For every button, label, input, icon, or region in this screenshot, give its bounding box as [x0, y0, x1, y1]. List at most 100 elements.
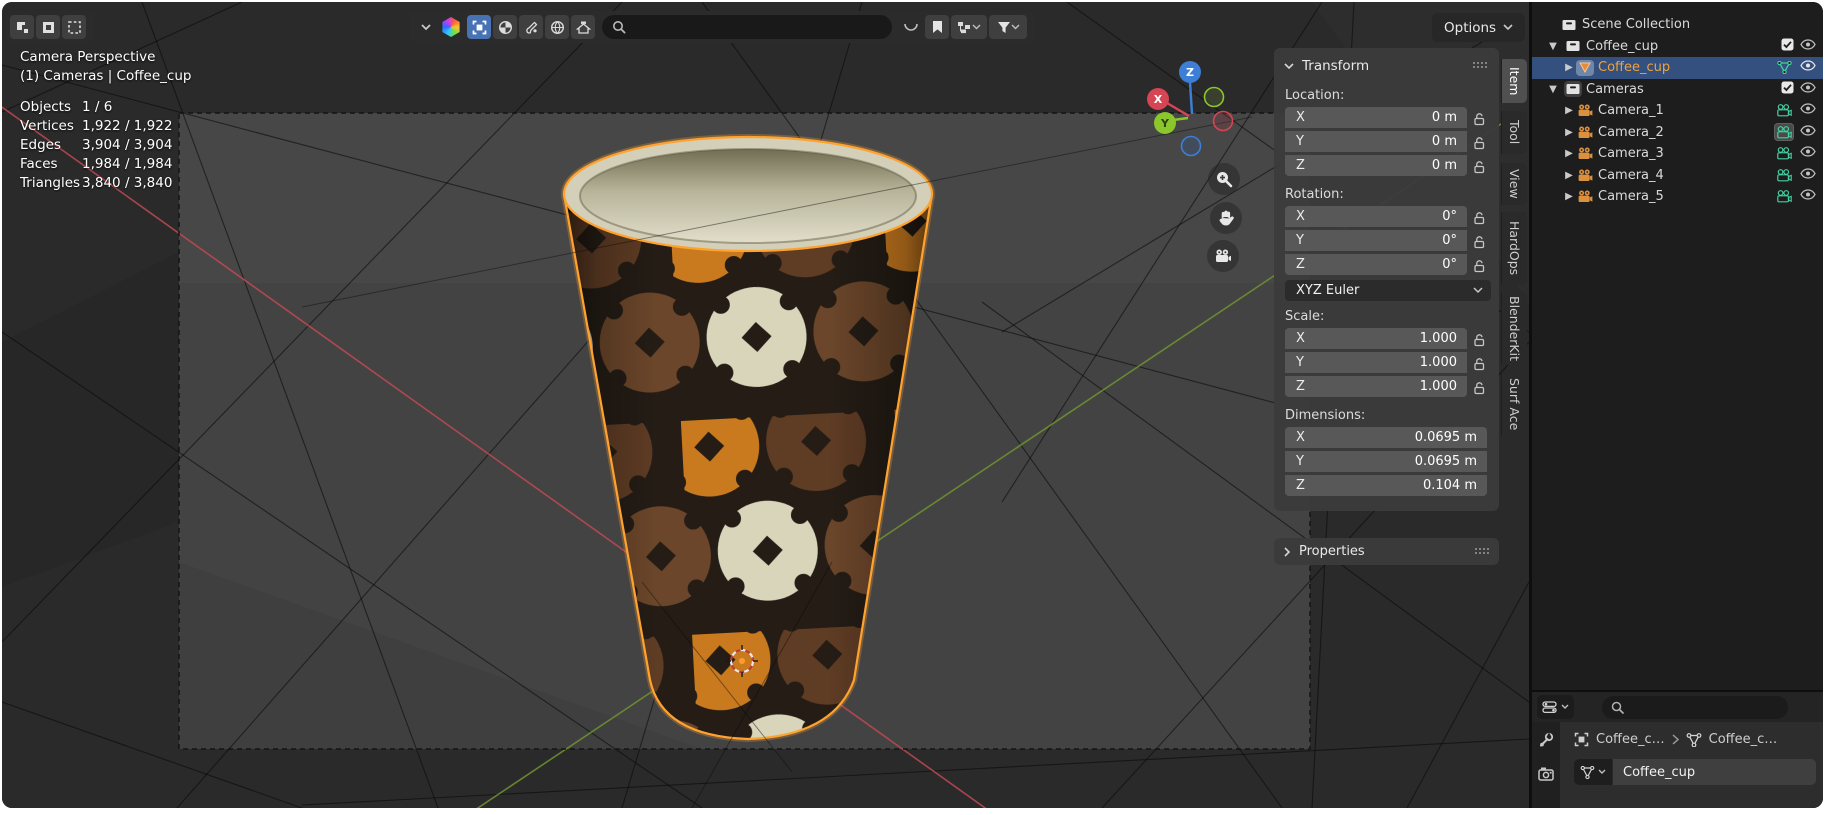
scale-z-field[interactable]: Z 1.000	[1285, 376, 1467, 397]
visibility-eye-icon[interactable]	[1800, 39, 1816, 54]
bookmarks-button[interactable]	[925, 15, 949, 39]
editor-type-selector[interactable]	[1537, 695, 1574, 719]
mesh-data-icon[interactable]	[1774, 59, 1794, 77]
marquee-select-button[interactable]	[62, 15, 86, 39]
box-select-button[interactable]	[36, 15, 60, 39]
tab-hardops[interactable]: HardOps	[1501, 212, 1527, 285]
gizmo-axis-y[interactable]: Y	[1154, 112, 1176, 134]
gizmo-axis-neg-y[interactable]	[1203, 86, 1225, 108]
expand-arrow[interactable]: ▶	[1562, 191, 1576, 202]
zoom-button[interactable]	[1208, 163, 1240, 195]
outliner-row-camera-4[interactable]: ▶ Camera_4	[1532, 165, 1823, 187]
gizmo-axis-z[interactable]: Z	[1179, 61, 1201, 83]
expand-arrow[interactable]: ▶	[1562, 148, 1576, 159]
camera-data-icon-active[interactable]	[1774, 123, 1794, 142]
collection-checkbox[interactable]	[1781, 38, 1794, 55]
panel-drag-grip[interactable]	[1475, 547, 1491, 556]
header-collapse-chevron-icon[interactable]	[420, 23, 432, 31]
lock-icon[interactable]	[1467, 357, 1491, 371]
lock-icon[interactable]	[1467, 112, 1491, 126]
collection-checkbox[interactable]	[1781, 81, 1794, 98]
asset-filter-model-button[interactable]	[467, 15, 491, 39]
datablock-type-button[interactable]	[1574, 759, 1612, 785]
outliner-row-camera-3[interactable]: ▶ Camera_3	[1532, 143, 1823, 165]
location-x-field[interactable]: X0 m	[1285, 107, 1467, 128]
camera-view-button[interactable]	[1207, 240, 1239, 272]
outliner-row-camera-2[interactable]: ▶ Camera_2	[1532, 122, 1823, 144]
gizmo-axis-neg-z[interactable]	[1180, 135, 1202, 157]
rotation-z-field[interactable]: Z 0°	[1285, 254, 1467, 275]
outliner-row-scene-collection[interactable]: Scene Collection	[1532, 14, 1823, 36]
expand-arrow[interactable]: ▶	[1562, 62, 1576, 73]
gizmo-axis-neg-x[interactable]	[1212, 110, 1234, 132]
lock-icon[interactable]	[1467, 381, 1491, 395]
dimensions-x-field[interactable]: X 0.0695 m	[1285, 427, 1487, 448]
expand-arrow[interactable]: ▶	[1562, 170, 1576, 181]
lock-icon[interactable]	[1467, 160, 1491, 174]
datablock-name-field[interactable]: Coffee_cup	[1612, 759, 1816, 785]
lock-icon[interactable]	[1467, 136, 1491, 150]
lock-icon[interactable]	[1467, 259, 1491, 273]
camera-data-icon[interactable]	[1774, 166, 1794, 184]
pan-button[interactable]	[1210, 202, 1242, 234]
rotation-mode-dropdown[interactable]: XYZ Euler	[1285, 280, 1491, 301]
categories-button[interactable]	[951, 15, 987, 39]
asset-search-input[interactable]	[602, 15, 892, 39]
blenderkit-logo-icon[interactable]	[442, 17, 460, 37]
render-tab-icon[interactable]	[1538, 766, 1554, 785]
properties-subpanel-header[interactable]: Properties	[1274, 538, 1499, 565]
expand-arrow[interactable]: ▼	[1546, 41, 1560, 52]
asset-filter-hdr-button[interactable]	[545, 15, 569, 39]
scale-x-field[interactable]: X 1.000	[1285, 328, 1467, 349]
camera-data-icon[interactable]	[1774, 145, 1794, 163]
outliner-row-coffee-cup-collection[interactable]: ▼ Coffee_cup	[1532, 36, 1823, 58]
asset-filter-material-button[interactable]	[493, 15, 517, 39]
dimensions-z-field[interactable]: Z 0.104 m	[1285, 475, 1487, 496]
tab-view[interactable]: View	[1501, 163, 1527, 205]
outliner-row-camera-1[interactable]: ▶ Camera_1	[1532, 100, 1823, 122]
location-y-field[interactable]: Y0 m	[1285, 131, 1467, 152]
visibility-eye-icon[interactable]	[1800, 103, 1816, 118]
visibility-eye-icon[interactable]	[1800, 60, 1816, 75]
lock-icon[interactable]	[1467, 333, 1491, 347]
tab-tool[interactable]: Tool	[1501, 111, 1527, 154]
tweak-select-button[interactable]	[10, 15, 34, 39]
rotation-x-field[interactable]: X 0°	[1285, 206, 1467, 227]
expand-arrow[interactable]: ▼	[1546, 84, 1560, 95]
search-history-button[interactable]	[899, 15, 923, 39]
visibility-eye-icon[interactable]	[1800, 146, 1816, 161]
camera-data-icon[interactable]	[1774, 188, 1794, 206]
lock-icon[interactable]	[1467, 211, 1491, 225]
expand-arrow[interactable]: ▶	[1562, 127, 1576, 138]
filter-button[interactable]	[989, 15, 1027, 39]
breadcrumb-data-name[interactable]: Coffee_c…	[1709, 732, 1778, 747]
lock-icon[interactable]	[1467, 235, 1491, 249]
breadcrumb-object-name[interactable]: Coffee_c…	[1596, 732, 1665, 747]
dimensions-y-field[interactable]: Y 0.0695 m	[1285, 451, 1487, 472]
properties-search-input[interactable]	[1602, 695, 1788, 719]
visibility-eye-icon[interactable]	[1800, 189, 1816, 204]
visibility-eye-icon[interactable]	[1800, 82, 1816, 97]
outliner-row-cameras-collection[interactable]: ▼ Cameras	[1532, 79, 1823, 101]
scale-y-field[interactable]: Y 1.000	[1285, 352, 1467, 373]
camera-data-icon[interactable]	[1774, 102, 1794, 120]
tool-tab-icon[interactable]	[1538, 732, 1554, 752]
visibility-eye-icon[interactable]	[1800, 168, 1816, 183]
options-button[interactable]: Options	[1432, 13, 1526, 42]
gizmo-axis-x[interactable]: X	[1147, 88, 1169, 110]
tab-item[interactable]: Item	[1501, 59, 1527, 103]
expand-arrow[interactable]: ▶	[1562, 105, 1576, 116]
search-icon	[613, 21, 626, 34]
asset-filter-brush-button[interactable]	[519, 15, 543, 39]
visibility-eye-icon[interactable]	[1800, 125, 1816, 140]
transform-panel-header[interactable]: Transform	[1274, 54, 1499, 80]
tab-blenderkit[interactable]: BlenderKit	[1501, 292, 1527, 365]
3d-viewport[interactable]: Z X Y Camera Perspective (1) Cameras | C…	[2, 2, 1529, 808]
asset-filter-scene-button[interactable]	[571, 15, 595, 39]
outliner-row-coffee-cup-mesh[interactable]: ▶ Coffee_cup	[1532, 57, 1823, 79]
rotation-y-field[interactable]: Y 0°	[1285, 230, 1467, 251]
panel-drag-grip[interactable]	[1473, 62, 1489, 70]
location-z-field[interactable]: Z0 m	[1285, 155, 1467, 176]
tab-surface[interactable]: Surf Ace	[1501, 373, 1527, 436]
outliner-row-camera-5[interactable]: ▶ Camera_5	[1532, 186, 1823, 208]
